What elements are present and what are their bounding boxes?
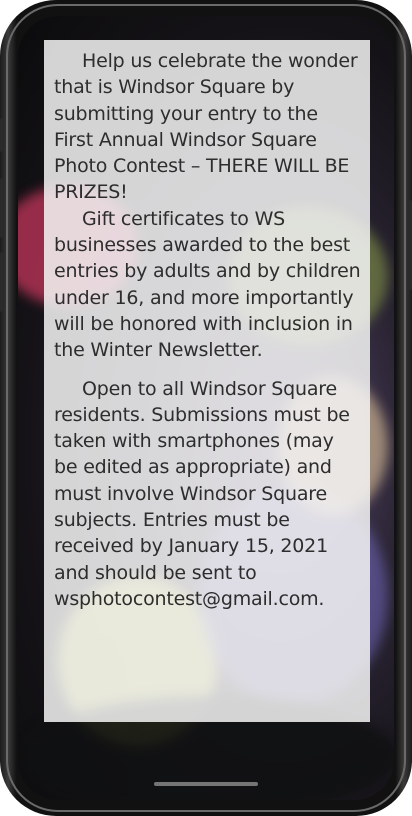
- prizes-paragraph: Gift certificates to WS businesses award…: [54, 207, 361, 362]
- home-indicator: [154, 782, 258, 786]
- phone-mockup: Help us celebrate the wonder that is Win…: [0, 0, 412, 816]
- phone-screen: Help us celebrate the wonder that is Win…: [18, 16, 394, 800]
- contest-notice-panel: Help us celebrate the wonder that is Win…: [44, 40, 370, 722]
- volume-up-button: [0, 178, 4, 238]
- mute-switch: [0, 118, 4, 152]
- rules-paragraph: Open to all Windsor Square residents. Su…: [54, 377, 350, 610]
- volume-down-button: [0, 252, 4, 312]
- contest-intro-paragraph: Help us celebrate the wonder that is Win…: [54, 50, 358, 204]
- power-button: [408, 200, 412, 290]
